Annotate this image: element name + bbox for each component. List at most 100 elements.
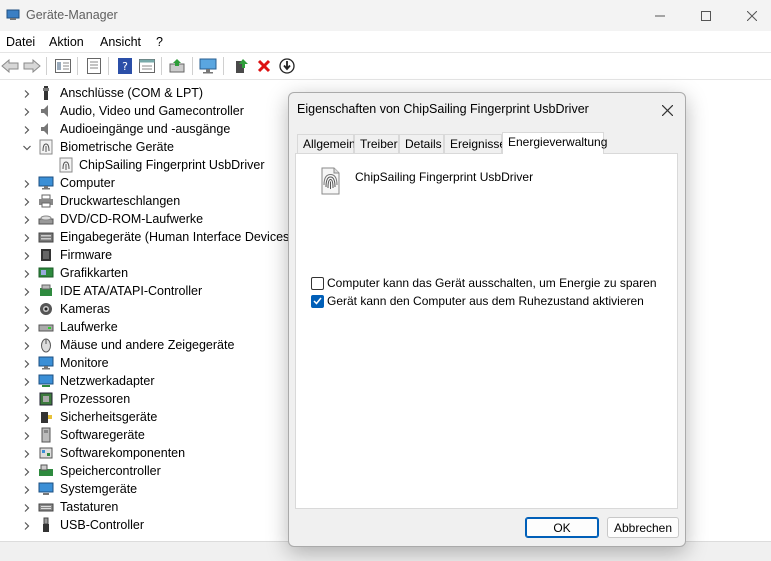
window-title: Geräte-Manager [26, 8, 118, 22]
tree-item-label: Firmware [60, 248, 113, 262]
tab-energieverwaltung[interactable]: Energieverwaltung [502, 132, 607, 154]
tree-category[interactable]: Systemgeräte [0, 480, 290, 498]
tree-category[interactable]: Softwaregeräte [0, 426, 290, 444]
enable-device-icon[interactable] [231, 57, 251, 75]
monitor-icon [38, 355, 54, 371]
properties-view-icon[interactable] [53, 57, 73, 75]
chevron-right-icon[interactable] [23, 394, 31, 404]
tree-category[interactable]: Tastaturen [0, 498, 290, 516]
security-icon [38, 409, 54, 425]
tree-category[interactable]: Grafikkarten [0, 264, 290, 282]
tree-category[interactable]: Audio, Video und Gamecontroller [0, 102, 290, 120]
chevron-right-icon[interactable] [23, 106, 31, 116]
chevron-right-icon[interactable] [23, 448, 31, 458]
chevron-right-icon[interactable] [23, 340, 31, 350]
tree-item-label: Netzwerkadapter [60, 374, 155, 388]
keyboard-icon [38, 499, 54, 515]
tree-child-item[interactable]: ChipSailing Fingerprint UsbDriver [0, 156, 290, 174]
back-arrow-icon[interactable] [0, 57, 20, 75]
chevron-right-icon[interactable] [23, 214, 31, 224]
chevron-down-icon[interactable] [23, 142, 31, 152]
tree-category[interactable]: Sicherheitsgeräte [0, 408, 290, 426]
tree-category[interactable]: Softwarekomponenten [0, 444, 290, 462]
chevron-right-icon[interactable] [23, 376, 31, 386]
properties-dialog: Eigenschaften von ChipSailing Fingerprin… [288, 92, 686, 547]
checkbox-allow-power-off[interactable] [311, 276, 324, 290]
scan-hardware-icon[interactable] [199, 57, 219, 75]
chevron-right-icon[interactable] [23, 430, 31, 440]
menu-help[interactable]: ? [156, 35, 163, 49]
forward-arrow-icon[interactable] [22, 57, 42, 75]
tab-treiber[interactable]: Treiber [354, 134, 399, 153]
tree-category[interactable]: Anschlüsse (COM & LPT) [0, 84, 290, 102]
tree-category[interactable]: Kameras [0, 300, 290, 318]
minimize-icon[interactable] [637, 0, 683, 31]
update-driver-icon[interactable] [168, 57, 188, 75]
chevron-right-icon[interactable] [23, 196, 31, 206]
list-view-icon[interactable] [84, 57, 104, 75]
option-allow-wake[interactable]: Gerät kann den Computer aus dem Ruhezust… [311, 293, 644, 309]
tab-ereignisse[interactable]: Ereignisse [444, 134, 506, 153]
tree-category[interactable]: Audioeingänge und -ausgänge [0, 120, 290, 138]
ide-controller-icon [38, 283, 54, 299]
checkbox-allow-wake[interactable] [311, 294, 324, 308]
tab-allgemein[interactable]: Allgemein [297, 134, 356, 153]
chevron-right-icon[interactable] [23, 178, 31, 188]
chevron-right-icon[interactable] [23, 124, 31, 134]
tree-category[interactable]: DVD/CD-ROM-Laufwerke [0, 210, 290, 228]
tree-category[interactable]: IDE ATA/ATAPI-Controller [0, 282, 290, 300]
tree-item-label: Tastaturen [60, 500, 119, 514]
tree-category[interactable]: Biometrische Geräte [0, 138, 290, 156]
chevron-right-icon[interactable] [23, 88, 31, 98]
tree-item-label: Biometrische Geräte [60, 140, 174, 154]
tree-category[interactable]: Netzwerkadapter [0, 372, 290, 390]
cancel-button[interactable]: Abbrechen [607, 517, 679, 538]
uninstall-icon[interactable] [254, 57, 274, 75]
tree-item-label: Eingabegeräte (Human Interface Devices) [60, 230, 294, 244]
tree-category[interactable]: Mäuse und andere Zeigegeräte [0, 336, 290, 354]
tree-category[interactable]: Druckwarteschlangen [0, 192, 290, 210]
menu-datei[interactable]: Datei [6, 35, 35, 49]
menu-aktion[interactable]: Aktion [49, 35, 84, 49]
device-manager-app-icon [6, 8, 20, 25]
maximize-icon[interactable] [683, 0, 729, 31]
tree-item-label: Kameras [60, 302, 111, 316]
details-view-icon[interactable] [137, 57, 157, 75]
chevron-right-icon[interactable] [23, 484, 31, 494]
monitor-icon [38, 175, 54, 191]
chevron-right-icon[interactable] [23, 358, 31, 368]
tree-category[interactable]: Monitore [0, 354, 290, 372]
tree-item-label: Monitore [60, 356, 109, 370]
tree-category[interactable]: Speichercontroller [0, 462, 290, 480]
tree-category[interactable]: Laufwerke [0, 318, 290, 336]
tab-details[interactable]: Details [399, 134, 444, 153]
option-allow-power-off[interactable]: Computer kann das Gerät ausschalten, um … [311, 275, 657, 291]
chevron-right-icon[interactable] [23, 412, 31, 422]
tree-category[interactable]: Firmware [0, 246, 290, 264]
software-device-icon [38, 427, 54, 443]
tree-category[interactable]: Computer [0, 174, 290, 192]
chevron-right-icon[interactable] [23, 286, 31, 296]
chevron-right-icon[interactable] [23, 268, 31, 278]
menu-ansicht[interactable]: Ansicht [100, 35, 141, 49]
tree-category[interactable]: Eingabegeräte (Human Interface Devices) [0, 228, 294, 246]
chevron-right-icon[interactable] [23, 502, 31, 512]
chevron-right-icon[interactable] [23, 322, 31, 332]
chevron-right-icon[interactable] [23, 250, 31, 260]
ok-button[interactable]: OK [525, 517, 599, 538]
chevron-right-icon[interactable] [23, 304, 31, 314]
chevron-right-icon[interactable] [23, 520, 31, 530]
tree-item-label: Audioeingänge und -ausgänge [60, 122, 231, 136]
chevron-right-icon[interactable] [23, 232, 31, 242]
close-icon[interactable] [729, 0, 771, 31]
download-icon[interactable] [277, 57, 297, 75]
tree-item-label: Sicherheitsgeräte [60, 410, 158, 424]
tree-category[interactable]: Prozessoren [0, 390, 290, 408]
port-icon [38, 85, 54, 101]
fingerprint-icon [58, 157, 74, 173]
tree-category[interactable]: USB-Controller [0, 516, 290, 534]
dialog-close-icon[interactable] [657, 100, 677, 120]
hid-icon [38, 229, 54, 245]
chevron-right-icon[interactable] [23, 466, 31, 476]
help-icon[interactable]: ? [115, 57, 135, 75]
